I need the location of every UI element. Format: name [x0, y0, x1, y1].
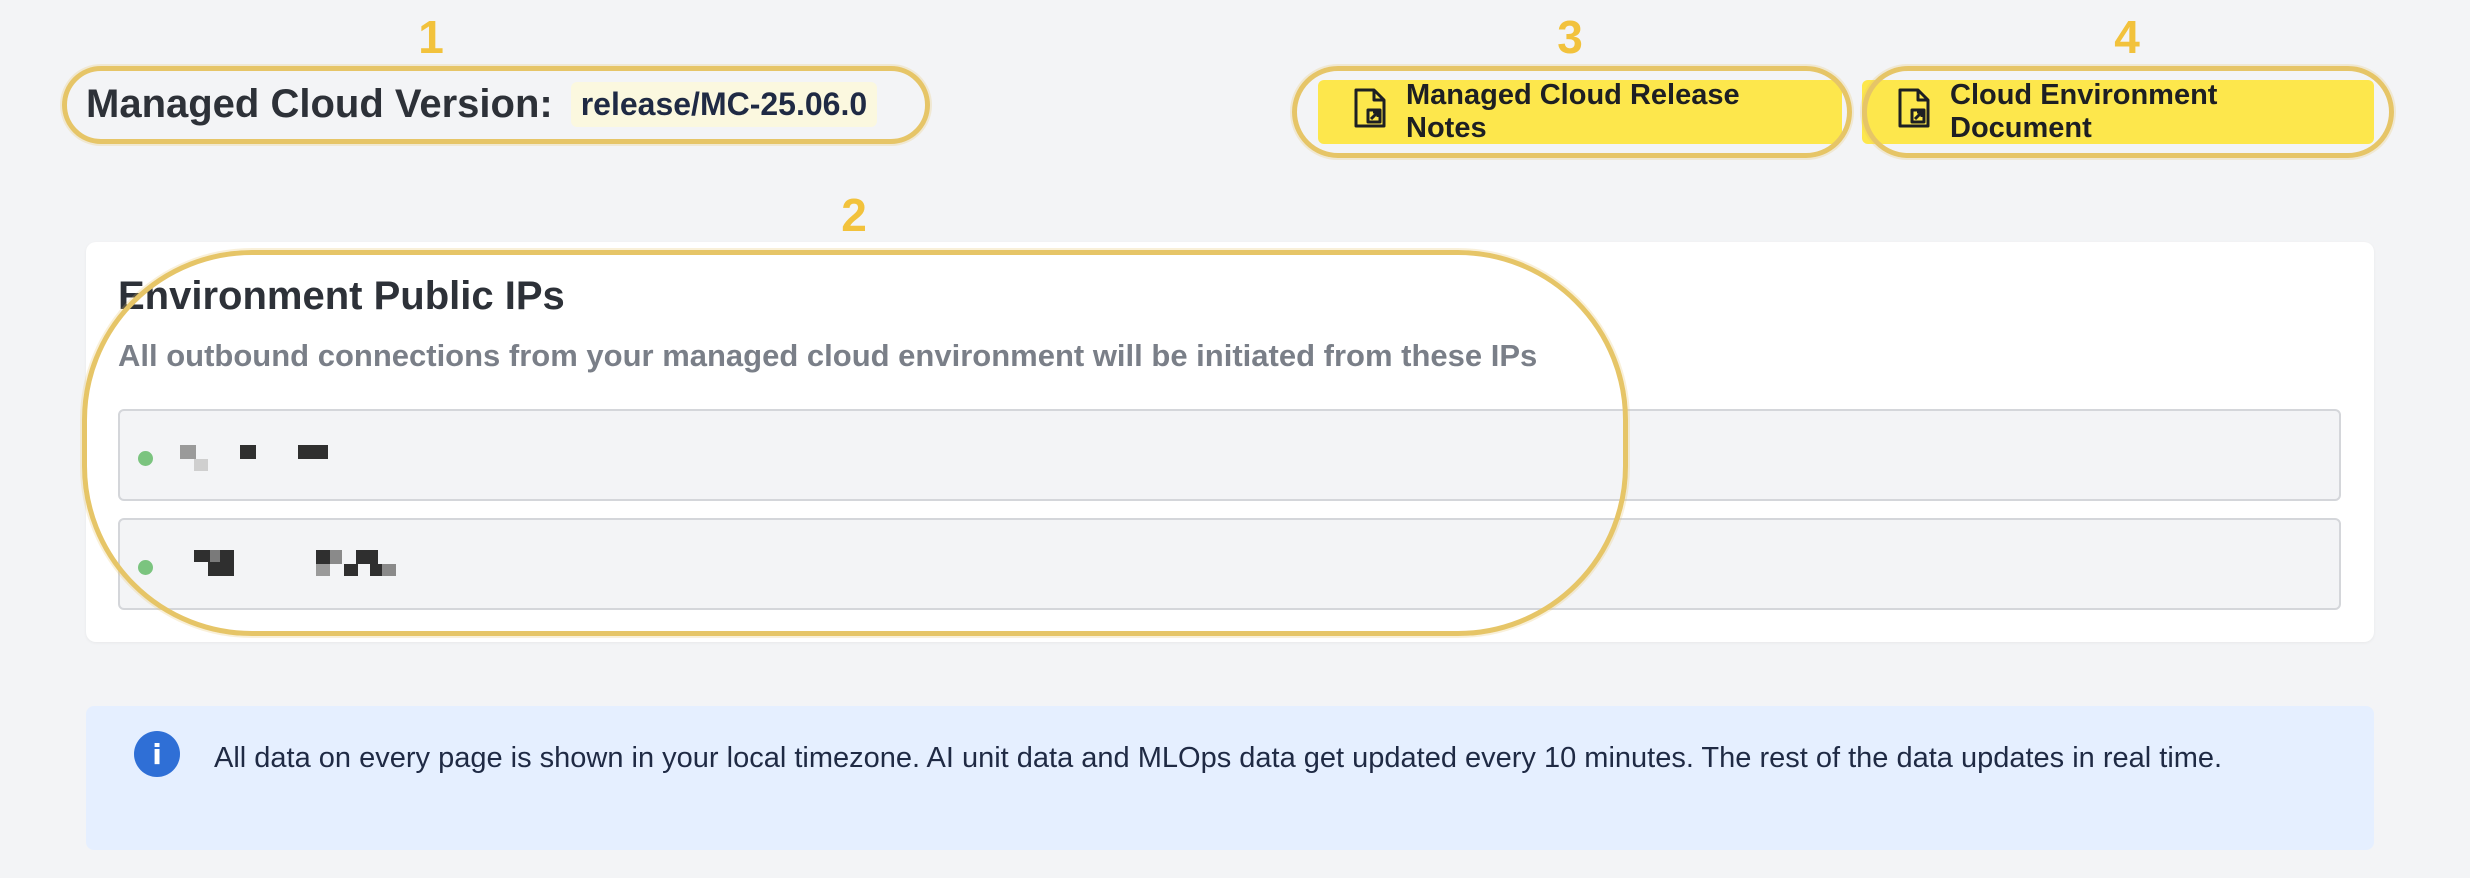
annotation-number-3: 3: [1557, 11, 1583, 63]
info-banner: [86, 706, 2374, 850]
status-dot: [138, 451, 153, 466]
card-subtitle: All outbound connections from your manag…: [118, 338, 1538, 373]
external-document-icon: [1896, 88, 1932, 136]
ip-row: [118, 409, 2341, 501]
card-title: Environment Public IPs: [118, 274, 565, 318]
info-icon: i: [134, 731, 180, 777]
cloud-environment-document-label: Cloud Environment Document: [1950, 79, 2218, 144]
external-document-icon: [1352, 88, 1388, 136]
version-label: Managed Cloud Version:: [86, 82, 553, 126]
managed-cloud-version: Managed Cloud Version: release/MC-25.06.…: [86, 82, 878, 127]
annotation-number-1: 1: [418, 11, 444, 63]
annotation-number-4: 4: [2114, 11, 2140, 63]
annotation-number-2: 2: [841, 189, 867, 241]
release-notes-button[interactable]: Managed Cloud Release Notes: [1318, 79, 1842, 144]
ip-row: [118, 518, 2341, 610]
info-banner-text: All data on every page is shown in your …: [214, 742, 2223, 774]
version-value: release/MC-25.06.0: [570, 82, 878, 127]
status-dot: [138, 560, 153, 575]
cloud-environment-document-button[interactable]: Cloud Environment Document: [1862, 79, 2374, 144]
release-notes-label: Managed Cloud Release Notes: [1406, 79, 1740, 144]
